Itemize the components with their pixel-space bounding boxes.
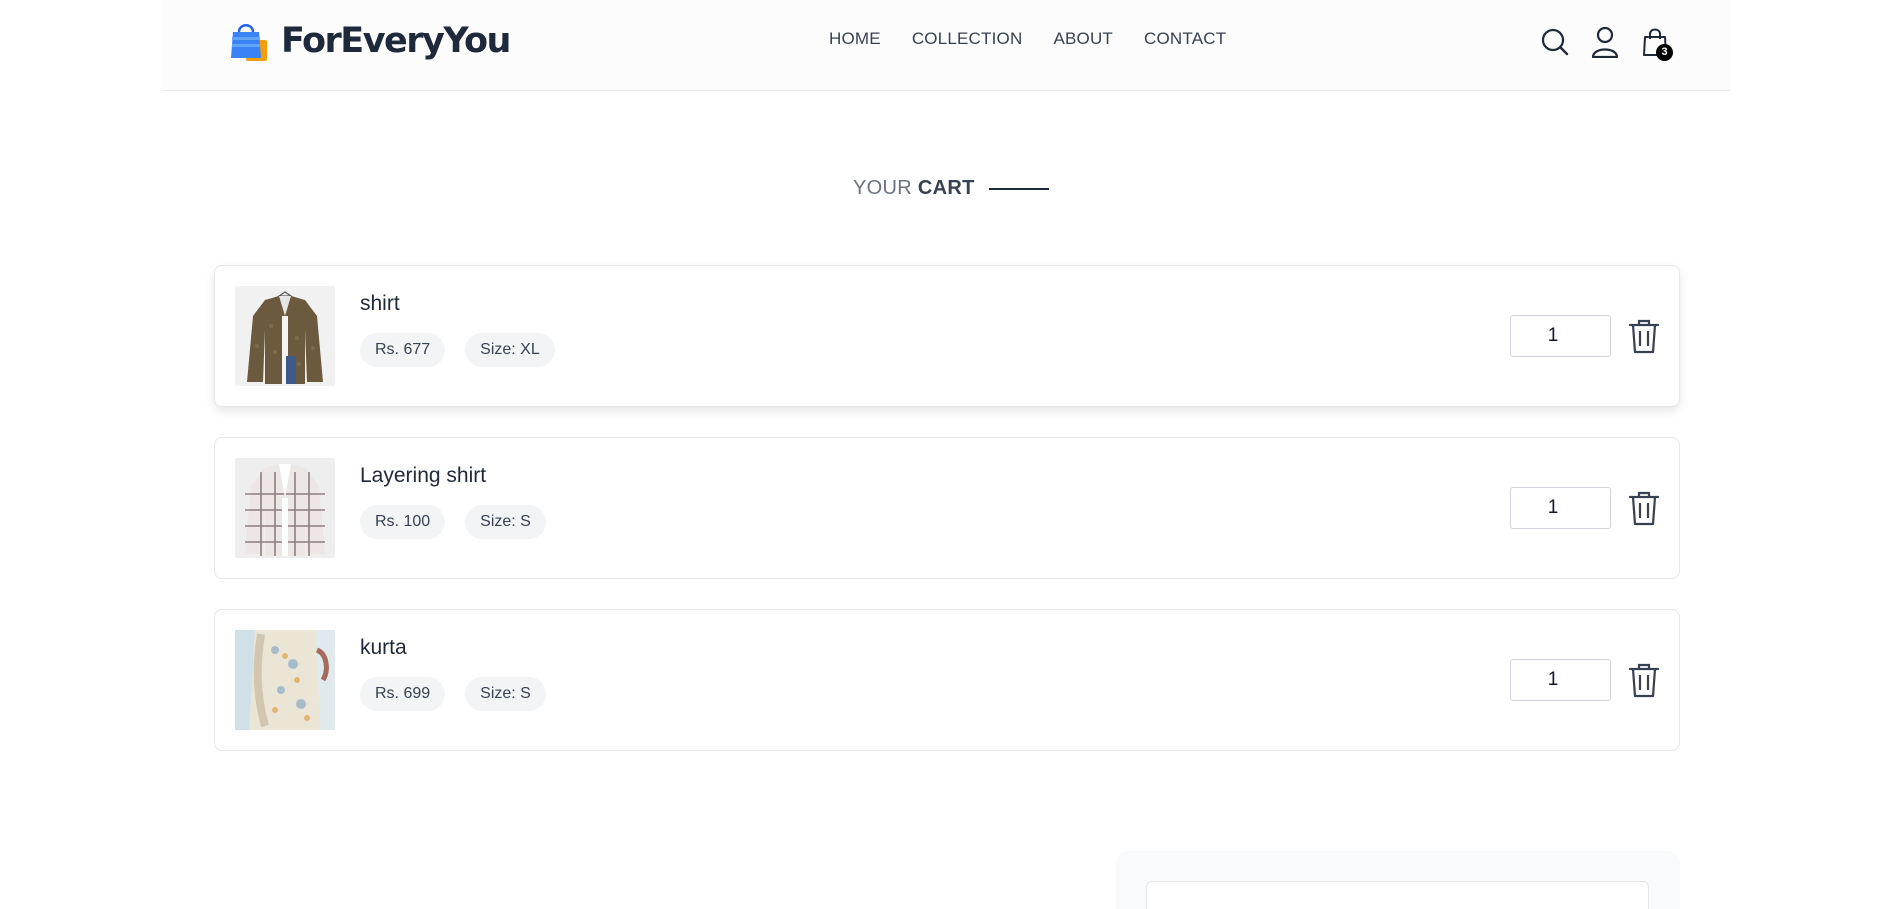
layering-shirt-image xyxy=(235,458,335,558)
cart-page: ForEveryYou HOME COLLECTION ABOUT CONTAC… xyxy=(0,0,1903,909)
product-name: Layering shirt xyxy=(360,464,487,487)
page-title-part1: YOUR xyxy=(853,177,912,199)
search-button[interactable] xyxy=(1540,25,1570,59)
cart-item: Layering shirt Rs. 100 Size: S xyxy=(214,437,1680,579)
cart-list: shirt Rs. 677 Size: XL 1 Layering shirt … xyxy=(214,265,1680,781)
nav-contact[interactable]: CONTACT xyxy=(1144,29,1226,49)
cart-summary xyxy=(1116,851,1680,909)
cart-summary-card xyxy=(1146,881,1649,909)
product-name: kurta xyxy=(360,636,407,659)
search-icon xyxy=(1541,28,1569,56)
product-details: Rs. 677 Size: XL xyxy=(360,333,555,367)
price-badge: Rs. 699 xyxy=(360,677,446,711)
quantity-input[interactable] xyxy=(1510,487,1611,529)
size-badge: Size: S xyxy=(465,677,546,711)
product-details: Rs. 100 Size: S xyxy=(360,505,546,539)
page-title-part2: CART xyxy=(917,177,975,199)
page-title: YOUR CART xyxy=(853,177,1049,200)
delete-icon[interactable] xyxy=(1628,662,1660,698)
cart-item: shirt Rs. 677 Size: XL xyxy=(214,265,1680,407)
title-divider xyxy=(988,187,1049,190)
price-badge: Rs. 677 xyxy=(360,333,446,367)
nav-home[interactable]: HOME xyxy=(829,29,881,49)
product-name: shirt xyxy=(360,292,400,315)
price-badge: Rs. 100 xyxy=(360,505,446,539)
profile-icon xyxy=(1591,26,1619,58)
quantity-input[interactable] xyxy=(1510,659,1611,701)
site-header: ForEveryYou HOME COLLECTION ABOUT CONTAC… xyxy=(163,0,1730,91)
header-actions: 3 xyxy=(1540,25,1673,61)
delete-icon[interactable] xyxy=(1628,318,1660,354)
nav-collection[interactable]: COLLECTION xyxy=(912,29,1023,49)
cart-item: kurta Rs. 699 Size: S xyxy=(214,609,1680,751)
nav-about[interactable]: ABOUT xyxy=(1053,29,1113,49)
brand-name: ForEveryYou xyxy=(281,21,511,61)
profile-button[interactable] xyxy=(1590,25,1620,59)
product-image[interactable] xyxy=(235,286,335,386)
kurta-image xyxy=(235,630,335,730)
size-badge: Size: XL xyxy=(465,333,555,367)
product-image[interactable] xyxy=(235,458,335,558)
quantity-input[interactable] xyxy=(1510,315,1611,357)
size-badge: Size: S xyxy=(465,505,546,539)
cart-count-badge: 3 xyxy=(1656,44,1673,61)
product-details: Rs. 699 Size: S xyxy=(360,677,546,711)
delete-icon[interactable] xyxy=(1628,490,1660,526)
product-image[interactable] xyxy=(235,630,335,730)
main-nav: HOME COLLECTION ABOUT CONTACT xyxy=(829,29,1226,49)
shirt-image xyxy=(235,286,335,386)
shopping-bag-icon xyxy=(231,24,267,61)
brand-logo[interactable]: ForEveryYou xyxy=(229,18,511,64)
cart-button[interactable]: 3 xyxy=(1640,25,1673,61)
